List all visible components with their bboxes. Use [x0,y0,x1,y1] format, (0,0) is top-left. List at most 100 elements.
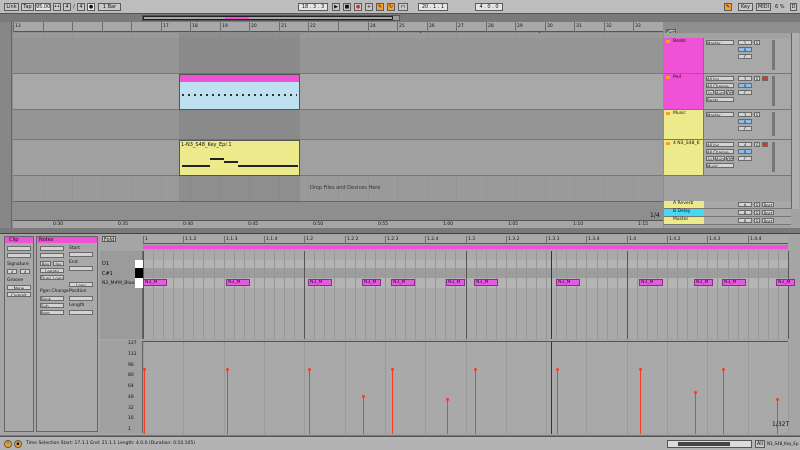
velocity-bar[interactable] [309,369,310,434]
velocity-handle[interactable] [362,395,365,398]
volume-field[interactable]: 0 [738,47,752,52]
midi-note[interactable]: N3_M [639,279,663,286]
track-activator-button[interactable]: 3 [738,112,752,117]
track-header[interactable]: 4 N3_S48_K All Ins All Channe In Auto Off Musi… [664,140,791,176]
meter-numerator[interactable]: 4 [63,3,71,11]
loop-start-field[interactable]: 20 . 1 . 1 [418,3,448,11]
return-activator-button[interactable]: A [738,202,752,207]
velocity-handle[interactable] [308,368,311,371]
volume-field[interactable]: 0 [738,83,752,88]
velocity-bar[interactable] [144,369,145,434]
track-header[interactable]: Beats Master 1 S 0 C [664,38,791,74]
midi-note[interactable]: N3_M [308,279,332,286]
bank-field[interactable]: Bank [40,296,64,301]
output-dropdown[interactable]: Music [706,163,734,168]
routing-dropdown[interactable]: Master [706,40,734,45]
info-toggle-icon[interactable]: ! [4,440,12,448]
channel-dropdown[interactable]: All Channe [706,149,734,154]
play-button[interactable]: ▶ [332,3,340,11]
track-name-box[interactable]: 4 N3_S48_K [664,140,704,175]
velocity-bar[interactable] [777,399,778,434]
lane-keys[interactable] [13,140,663,176]
signature-denominator[interactable]: 4 [20,269,30,274]
routing-dropdown[interactable]: All Ins [706,76,734,81]
inv-button[interactable]: Inv [53,261,64,266]
loop-region-bar[interactable] [143,245,788,249]
note-grid[interactable]: N3_M N3_M N3_M N3_M N3_M N3_M N3_M N3_M N3_M N3_M… [143,251,795,339]
meter-denominator[interactable]: 4 [77,3,85,11]
velocity-handle[interactable] [556,368,559,371]
track-activator-button[interactable]: 4 [738,142,752,147]
output-dropdown[interactable]: Beats [706,97,734,102]
view-toggle-icon[interactable]: ▪ [14,440,22,448]
fold-triangle-icon[interactable] [666,112,670,115]
fold-triangle-icon[interactable] [666,40,670,43]
pan-field[interactable]: C [738,54,752,59]
record-button[interactable]: ● [354,3,362,11]
velocity-bar[interactable] [723,369,724,434]
velocity-handle[interactable] [639,368,642,371]
arm-button[interactable] [762,142,768,147]
link-button[interactable]: Link [4,3,19,11]
arrangement-overview[interactable] [142,15,400,21]
keys-midi-clip[interactable]: 1-N3_S48_Key_Epi 1 [179,140,300,176]
return-track-header[interactable]: B Delay B S Post [664,209,791,217]
piano-key-black[interactable] [135,268,143,278]
piano-key-white[interactable] [135,278,143,288]
note-range-high[interactable] [40,246,64,251]
quantize-dropdown[interactable]: 1 Bar [98,3,121,11]
piano-roll-ruler[interactable]: 1 1.1.2 1.1.3 1.1.4 1.2 1.2.2 1.2.3 1.2.4 1.3 1.3… [143,236,788,244]
tempo-field[interactable]: 95.00 [35,3,51,11]
monitor-in-button[interactable]: In [706,156,714,161]
solo-button[interactable]: S [754,142,760,147]
monitor-in-button[interactable]: In [706,90,714,95]
note-range-low[interactable] [40,253,64,258]
clip-tab[interactable]: Clip [5,237,33,243]
arm-button[interactable] [762,76,768,81]
start-field[interactable] [69,252,93,257]
tap-button[interactable]: Tap [21,3,34,11]
velocity-bar[interactable] [363,396,364,434]
fold-button[interactable]: Fold [102,236,116,242]
track-header[interactable]: Music Master 3 S 0 C [664,110,791,140]
routing-dropdown[interactable]: Master [706,112,734,117]
velocity-editor[interactable] [143,341,789,434]
length-field[interactable] [69,310,93,315]
midi-note[interactable]: N3_M [776,279,795,286]
midi-note[interactable]: N3_M [722,279,746,286]
return-track-header[interactable]: A Reverb A S Post [664,201,791,209]
piano-key-white[interactable] [135,260,143,268]
velocity-handle[interactable] [694,391,697,394]
legato-button[interactable]: Legato [40,268,64,273]
commit-button[interactable]: Commit [7,292,31,297]
signature-numerator[interactable]: 4 [7,269,17,274]
d-indicator[interactable]: D [790,3,797,11]
velocity-handle[interactable] [226,368,229,371]
return-name-box[interactable]: B Delay [664,209,704,216]
all-button[interactable]: All [755,440,765,448]
monitor-off-button[interactable]: Off [726,156,734,161]
channel-dropdown[interactable]: All Channe [706,83,734,88]
midi-note[interactable]: N3_M [694,279,713,286]
return-activator-button[interactable]: B [738,210,752,215]
arrangement-position-field[interactable]: 18 . 3 . 3 [298,3,328,11]
return-name-box[interactable]: A Reverb [664,201,704,208]
return-solo-button[interactable]: S [754,218,760,223]
velocity-handle[interactable] [722,368,725,371]
velocity-bar[interactable] [695,392,696,434]
solo-button[interactable]: S [754,112,760,117]
track-lanes[interactable]: 1-N3_S48_Key_Epi 1 Drop Files and Device… [13,33,663,209]
scroll-zoom-handle[interactable] [678,442,730,446]
volume-field[interactable]: 0 [738,119,752,124]
metronome-dots[interactable]: •• [53,3,61,11]
sub-field[interactable]: Sub [40,303,64,308]
fold-triangle-icon[interactable] [666,142,670,145]
pgm-field[interactable]: Pgm [40,310,64,315]
solo-button[interactable]: S [754,40,760,45]
lane-music[interactable] [13,110,663,140]
midi-note[interactable]: N3_M [446,279,465,286]
return-name-box[interactable]: Master [664,217,704,224]
midi-note[interactable]: N3_M [143,279,167,286]
overdub-button[interactable]: + [365,3,373,11]
groove-dropdown[interactable]: None [7,285,31,290]
